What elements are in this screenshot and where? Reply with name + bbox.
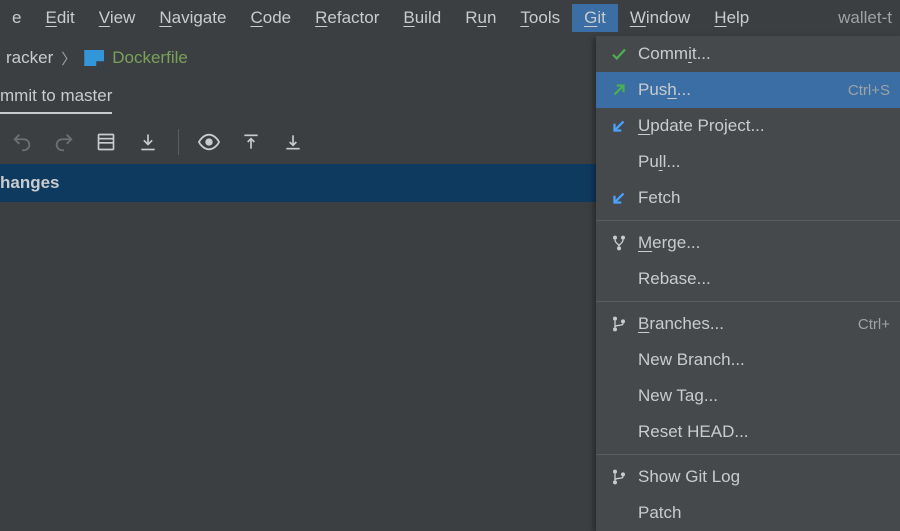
menu-item-label: Merge...: [632, 233, 890, 253]
menubar: eEditViewNavigateCodeRefactorBuildRunToo…: [0, 0, 900, 36]
git-menu-patch[interactable]: Patch: [596, 495, 900, 531]
menu-tools[interactable]: Tools: [508, 4, 572, 32]
menu-item-shortcut: Ctrl+S: [848, 82, 890, 99]
expand-icon[interactable]: [281, 130, 305, 154]
menu-separator: [596, 454, 900, 455]
menu-item-label: New Tag...: [632, 386, 890, 406]
menu-item-shortcut: Ctrl+: [858, 316, 890, 333]
branch-icon: [606, 315, 632, 333]
menu-build[interactable]: Build: [391, 4, 453, 32]
menu-window[interactable]: Window: [618, 4, 702, 32]
git-menu-rebase[interactable]: Rebase...: [596, 261, 900, 297]
menu-item-label: Update Project...: [632, 116, 890, 136]
arrow-down-icon: [606, 189, 632, 207]
menu-item-label: New Branch...: [632, 350, 890, 370]
arrow-up-icon: [606, 81, 632, 99]
arrow-down-icon: [606, 117, 632, 135]
menu-refactor[interactable]: Refactor: [303, 4, 391, 32]
check-icon: [606, 45, 632, 63]
breadcrumb-separator: 〉: [59, 48, 78, 69]
menu-help[interactable]: Help: [702, 4, 761, 32]
git-menu-dropdown: Commit... Push...Ctrl+S Update Project... P…: [596, 36, 900, 531]
menu-item-label: Push...: [632, 80, 848, 100]
menu-item-label: Pull...: [632, 152, 890, 172]
breadcrumb-file-label: Dockerfile: [112, 48, 188, 68]
collapse-icon[interactable]: [239, 130, 263, 154]
commit-tab-label: mmit to master: [0, 86, 112, 114]
menu-separator: [596, 220, 900, 221]
git-menu-update-project[interactable]: Update Project...: [596, 108, 900, 144]
breadcrumb-root[interactable]: racker: [0, 48, 59, 68]
menu-edit[interactable]: Edit: [33, 4, 86, 32]
breadcrumb-root-label: racker: [6, 48, 53, 68]
toolbar-separator: [178, 129, 179, 155]
git-menu-merge[interactable]: Merge...: [596, 225, 900, 261]
menu-item-label: Patch: [632, 503, 890, 523]
branch-icon: [606, 468, 632, 486]
git-menu-fetch[interactable]: Fetch: [596, 180, 900, 216]
menu-view[interactable]: View: [87, 4, 148, 32]
menu-item-label: Show Git Log: [632, 467, 890, 487]
menu-item-label: Branches...: [632, 314, 858, 334]
git-menu-new-tag[interactable]: New Tag...: [596, 378, 900, 414]
changes-label: hanges: [0, 173, 60, 193]
menu-separator: [596, 301, 900, 302]
git-menu-reset-head[interactable]: Reset HEAD...: [596, 414, 900, 450]
menu-item-label: Commit...: [632, 44, 890, 64]
menu-item-label: Fetch: [632, 188, 890, 208]
git-menu-show-git-log[interactable]: Show Git Log: [596, 459, 900, 495]
commit-tab[interactable]: mmit to master: [0, 80, 130, 120]
diff-icon[interactable]: [94, 130, 118, 154]
redo-icon[interactable]: [52, 130, 76, 154]
undo-icon[interactable]: [10, 130, 34, 154]
menu-item-label: Reset HEAD...: [632, 422, 890, 442]
window-project-label: wallet-t: [808, 4, 900, 32]
merge-icon: [606, 234, 632, 252]
menu-git[interactable]: Git: [572, 4, 618, 32]
breadcrumb-file[interactable]: Dockerfile: [78, 48, 194, 68]
menu-item-label: Rebase...: [632, 269, 890, 289]
menu-navigate[interactable]: Navigate: [147, 4, 238, 32]
git-menu-commit[interactable]: Commit...: [596, 36, 900, 72]
git-menu-new-branch[interactable]: New Branch...: [596, 342, 900, 378]
git-menu-push[interactable]: Push...Ctrl+S: [596, 72, 900, 108]
menu-run[interactable]: Run: [453, 4, 508, 32]
git-menu-pull[interactable]: Pull...: [596, 144, 900, 180]
download-icon[interactable]: [136, 130, 160, 154]
menu-e[interactable]: e: [0, 4, 33, 32]
eye-icon[interactable]: [197, 130, 221, 154]
docker-icon: [84, 50, 104, 66]
menu-code[interactable]: Code: [238, 4, 303, 32]
git-menu-branches[interactable]: Branches...Ctrl+: [596, 306, 900, 342]
